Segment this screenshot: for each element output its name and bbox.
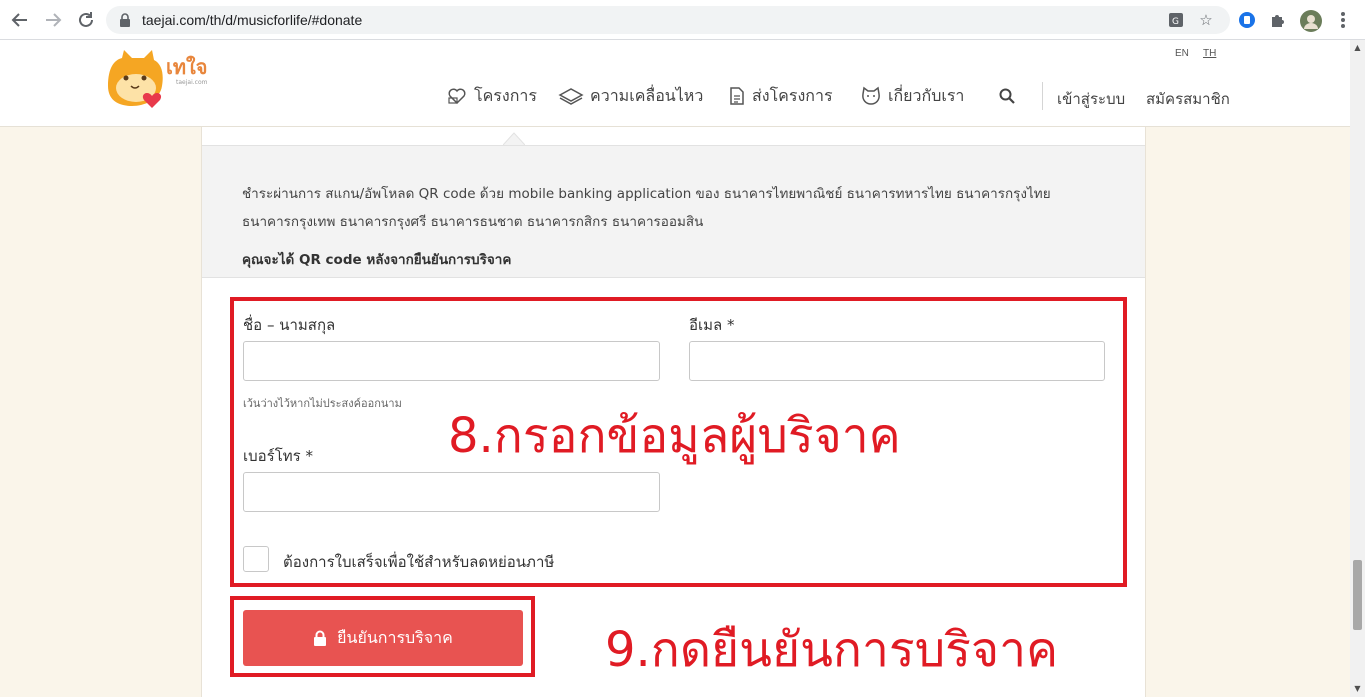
browser-toolbar: taejai.com/th/d/musicforlife/#donate G ☆ — [0, 0, 1365, 40]
menu-item-projects[interactable]: โครงการ — [446, 84, 537, 108]
scroll-down-icon[interactable]: ▼ — [1353, 685, 1362, 693]
menu-label-about: เกี่ยวกับเรา — [888, 85, 965, 105]
heart-hand-icon — [448, 88, 466, 105]
star-icon[interactable]: ☆ — [1198, 12, 1214, 28]
menu-divider — [1042, 82, 1043, 110]
news-icon — [558, 88, 584, 105]
menu-label-news: ความเคลื่อนไหว — [590, 85, 704, 105]
lock-icon — [120, 13, 130, 27]
scroll-thumb[interactable] — [1353, 560, 1362, 630]
more-vert-icon[interactable] — [1333, 10, 1353, 30]
payment-info-box: ชำระผ่านการ สแกน/อัพโหลด QR code ด้วย mo… — [202, 145, 1145, 278]
page-scrollbar[interactable]: ▲ ▼ — [1350, 40, 1365, 697]
scroll-up-icon[interactable]: ▲ — [1353, 44, 1362, 52]
document-icon — [730, 87, 744, 105]
step9-highlight-box — [230, 596, 535, 677]
puzzle-icon[interactable] — [1268, 10, 1288, 30]
step8-annotation: 8.กรอกข้อมูลผู้บริจาค — [448, 408, 901, 464]
search-icon[interactable] — [998, 84, 1016, 108]
menu-item-about[interactable]: เกี่ยวกับเรา — [860, 84, 964, 108]
site-header: เทใจ taejai.com EN TH โครงการ ความเคลื่อ… — [0, 40, 1350, 127]
menu-label-submit-project: ส่งโครงการ — [752, 85, 833, 105]
qr-note: คุณจะได้ QR code หลังจากยืนยันการบริจาค — [242, 252, 512, 268]
logo-subtext: taejai.com — [176, 79, 208, 86]
back-arrow-icon[interactable] — [9, 9, 31, 31]
menu-item-news[interactable]: ความเคลื่อนไหว — [558, 84, 703, 108]
address-bar[interactable]: taejai.com/th/d/musicforlife/#donate G ☆ — [106, 6, 1230, 34]
profile-avatar[interactable] — [1300, 10, 1322, 32]
register-link[interactable]: สมัครสมาชิก — [1146, 87, 1230, 111]
login-link[interactable]: เข้าสู่ระบบ — [1057, 87, 1125, 111]
step9-annotation: 9.กดยืนยันการบริจาค — [605, 622, 1059, 678]
reload-icon[interactable] — [75, 9, 97, 31]
url-text: taejai.com/th/d/musicforlife/#donate — [142, 12, 363, 28]
tab-pointer — [503, 132, 525, 146]
cat-face-icon — [862, 86, 880, 105]
lang-en[interactable]: EN — [1175, 48, 1189, 59]
forward-arrow-icon[interactable] — [42, 9, 64, 31]
taejai-logo[interactable]: เทใจ taejai.com — [100, 46, 210, 112]
payment-info-text: ชำระผ่านการ สแกน/อัพโหลด QR code ด้วย mo… — [242, 186, 1051, 230]
menu-label-projects: โครงการ — [474, 85, 537, 105]
lang-th[interactable]: TH — [1203, 48, 1216, 59]
menu-item-submit-project[interactable]: ส่งโครงการ — [728, 84, 833, 108]
logo-text: เทใจ — [166, 55, 208, 79]
svg-text:G: G — [1172, 17, 1179, 27]
translate-icon[interactable]: G — [1168, 12, 1184, 28]
extension-icon[interactable] — [1237, 10, 1257, 30]
